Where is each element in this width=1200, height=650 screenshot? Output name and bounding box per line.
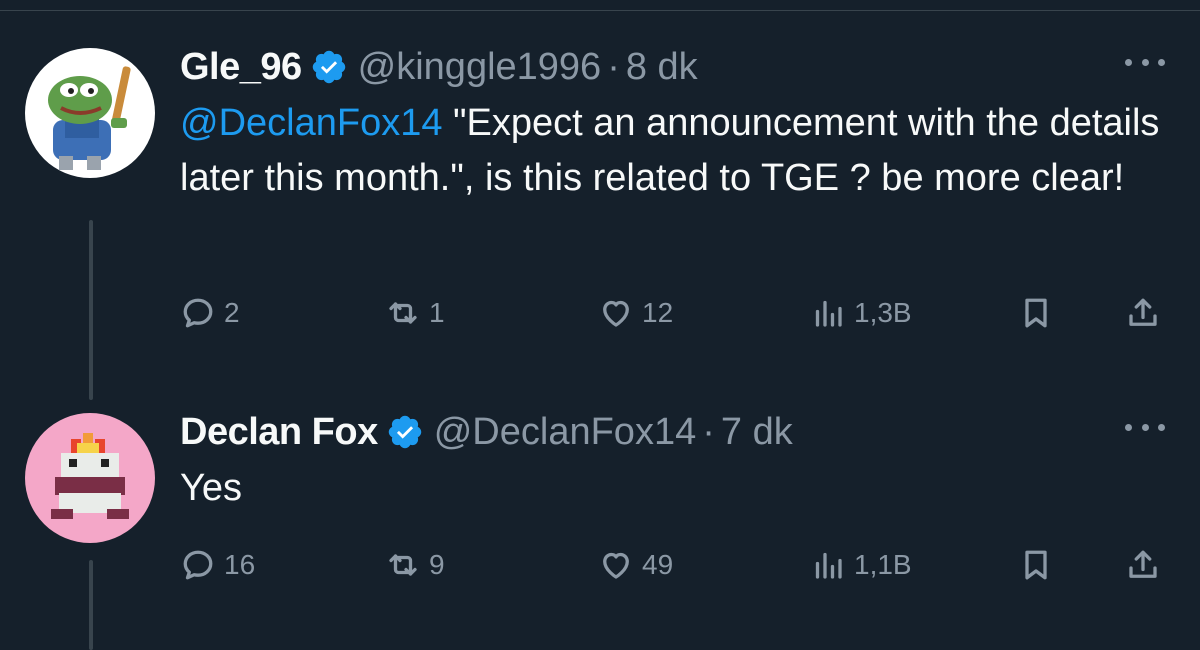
views-button[interactable]: 1,1B [810, 540, 912, 590]
retweet-icon [389, 554, 417, 576]
reply-icon [183, 550, 213, 580]
tweet-header: Gle_96 @kinggle1996 · 8 dk [180, 42, 1180, 92]
bookmark-icon [1025, 550, 1047, 580]
more-options-icon[interactable] [1125, 417, 1165, 437]
views-chart-icon [815, 552, 842, 579]
reply-count: 2 [224, 297, 240, 328]
retweet-count: 9 [429, 549, 445, 580]
like-button[interactable]: 49 [598, 540, 673, 590]
avatar[interactable] [25, 413, 155, 543]
handle[interactable]: @DeclanFox14 [434, 411, 696, 454]
views-button[interactable]: 1,3B [810, 288, 912, 338]
verified-badge-icon [310, 48, 348, 86]
view-count: 1,1B [854, 549, 912, 580]
tweet-text: @DeclanFox14 "Expect an announcement wit… [180, 96, 1180, 206]
tweet-body: Yes [180, 467, 242, 509]
bookmark-button[interactable] [1018, 540, 1054, 590]
timestamp[interactable]: 7 dk [721, 411, 793, 454]
heart-icon [603, 552, 629, 579]
action-bar: 2 1 12 1,3B [180, 288, 1170, 338]
share-icon [1129, 298, 1157, 326]
like-count: 49 [642, 549, 674, 580]
separator-dot: · [607, 45, 620, 88]
more-options-icon[interactable] [1125, 52, 1165, 72]
verified-badge-icon [386, 413, 424, 451]
mention-link[interactable]: @DeclanFox14 [180, 102, 442, 144]
share-icon [1129, 550, 1157, 578]
thread-line [89, 560, 93, 650]
pepe-baseball-avatar-icon [48, 66, 131, 170]
display-name[interactable]: Gle_96 [180, 46, 302, 89]
like-button[interactable]: 12 [598, 288, 673, 338]
share-button[interactable] [1125, 288, 1161, 338]
handle[interactable]: @kinggle1996 [358, 46, 602, 89]
reply-icon [183, 298, 213, 328]
pixel-toad-avatar-icon [51, 433, 129, 519]
bookmark-icon [1025, 298, 1047, 328]
avatar[interactable] [25, 48, 155, 178]
top-divider [0, 10, 1200, 11]
views-chart-icon [815, 300, 842, 327]
action-bar: 16 9 49 1,1B [180, 540, 1170, 590]
retweet-count: 1 [429, 297, 445, 328]
tweet-header: Declan Fox @DeclanFox14 · 7 dk [180, 407, 1180, 457]
reply-count: 16 [224, 549, 256, 580]
bookmark-button[interactable] [1018, 288, 1054, 338]
view-count: 1,3B [854, 297, 912, 328]
like-count: 12 [642, 297, 674, 328]
separator-dot: · [702, 410, 715, 453]
timestamp[interactable]: 8 dk [626, 46, 698, 89]
retweet-button[interactable]: 1 [385, 288, 445, 338]
reply-button[interactable]: 16 [180, 540, 255, 590]
reply-button[interactable]: 2 [180, 288, 240, 338]
display-name[interactable]: Declan Fox [180, 411, 378, 454]
retweet-icon [389, 302, 417, 324]
thread-line [89, 220, 93, 400]
tweet-text: Yes [180, 461, 1180, 516]
share-button[interactable] [1125, 540, 1161, 590]
retweet-button[interactable]: 9 [385, 540, 445, 590]
heart-icon [603, 300, 629, 327]
